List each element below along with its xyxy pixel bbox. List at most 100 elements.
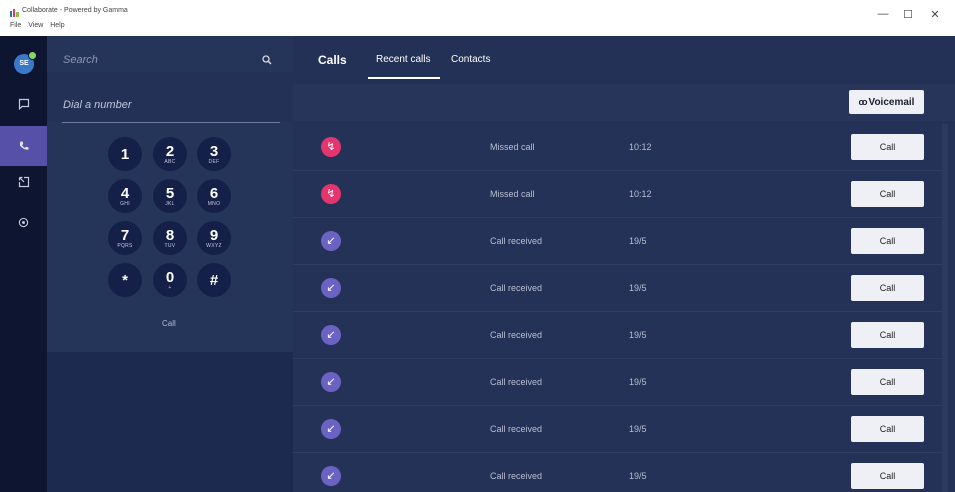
dial-number-input[interactable]: Dial a number <box>63 99 131 111</box>
call-back-button[interactable]: Call <box>851 134 924 160</box>
received-call-icon: ↙ <box>321 231 341 251</box>
tab-calls[interactable]: Calls <box>318 53 347 67</box>
key-letters: ABC <box>164 159 176 165</box>
key-letters: GHI <box>120 201 130 207</box>
call-back-button[interactable]: Call <box>851 463 924 489</box>
title-bar: Collaborate - Powered by Gamma File View… <box>0 0 955 36</box>
nav-chat[interactable] <box>0 84 47 124</box>
call-row[interactable]: ↙ Call received 19/5 Call <box>293 218 942 265</box>
call-row[interactable]: ↯ Missed call 10:12 Call <box>293 171 942 218</box>
key-2[interactable]: 2 ABC <box>153 137 187 171</box>
search-icon[interactable] <box>262 52 272 70</box>
key-8[interactable]: 8 TUV <box>153 221 187 255</box>
call-time: 10:12 <box>629 189 652 199</box>
call-status: Call received <box>490 424 543 434</box>
calls-toolbar: oo Voicemail <box>293 84 955 121</box>
share-icon <box>18 176 29 188</box>
presence-status-icon <box>28 51 37 60</box>
maximize-button[interactable]: ☐ <box>899 8 917 21</box>
call-row[interactable]: ↙ Call received 19/5 Call <box>293 359 942 406</box>
key-hash[interactable]: # <box>197 263 231 297</box>
call-row[interactable]: ↙ Call received 19/5 Call <box>293 453 942 492</box>
calls-header: Calls Recent calls Contacts <box>293 36 955 84</box>
phone-icon <box>19 141 28 150</box>
dial-number-row <box>47 72 293 122</box>
call-row[interactable]: ↙ Call received 19/5 Call <box>293 265 942 312</box>
nav-share[interactable] <box>0 162 47 202</box>
key-digit: 4 <box>120 185 130 202</box>
received-call-icon: ↙ <box>321 419 341 439</box>
key-digit: * <box>122 272 128 289</box>
key-4[interactable]: 4 GHI <box>108 179 142 213</box>
call-back-button[interactable]: Call <box>851 322 924 348</box>
call-row[interactable]: ↙ Call received 19/5 Call <box>293 406 942 453</box>
nav-settings[interactable] <box>0 202 47 242</box>
minimize-button[interactable]: — <box>874 8 892 20</box>
call-back-button[interactable]: Call <box>851 275 924 301</box>
key-7[interactable]: 7 PQRS <box>108 221 142 255</box>
tab-recent-calls[interactable]: Recent calls <box>376 54 430 65</box>
voicemail-button[interactable]: oo Voicemail <box>849 90 924 114</box>
call-back-button[interactable]: Call <box>851 416 924 442</box>
missed-call-icon: ↯ <box>321 184 341 204</box>
call-time: 19/5 <box>629 236 647 246</box>
call-back-button[interactable]: Call <box>851 181 924 207</box>
dialer-panel: Search Dial a number 1 2 ABC 3 DEF 4 GHI 5J… <box>47 36 293 492</box>
menu-file[interactable]: File <box>10 22 21 29</box>
nav-calls[interactable] <box>0 126 47 166</box>
received-call-icon: ↙ <box>321 372 341 392</box>
close-button[interactable]: ✕ <box>926 8 944 21</box>
app-window: Collaborate - Powered by Gamma File View… <box>0 0 955 492</box>
key-letters: PQRS <box>117 243 133 249</box>
call-row[interactable]: ↙ Call received 19/5 Call <box>293 312 942 359</box>
key-5[interactable]: 5 JKL <box>153 179 187 213</box>
key-digit: 1 <box>120 146 130 163</box>
avatar[interactable]: SE <box>14 51 37 74</box>
search-input[interactable]: Search <box>63 54 98 66</box>
key-3[interactable]: 3 DEF <box>197 137 231 171</box>
key-digit: 9 <box>209 227 219 244</box>
key-1[interactable]: 1 <box>108 137 142 171</box>
call-time: 19/5 <box>629 283 647 293</box>
key-digit: # <box>209 272 219 289</box>
menu-help[interactable]: Help <box>50 22 64 29</box>
call-back-button[interactable]: Call <box>851 369 924 395</box>
calls-panel: Calls Recent calls Contacts oo Voicemail… <box>293 36 955 492</box>
key-digit: 7 <box>120 227 130 244</box>
nav-rail: SE <box>0 36 47 492</box>
settings-icon <box>18 217 29 227</box>
missed-call-icon: ↯ <box>321 137 341 157</box>
key-star[interactable]: * <box>108 263 142 297</box>
menu-bar: File View Help <box>10 22 70 29</box>
key-digit: 0 <box>165 269 175 286</box>
key-digit: 8 <box>165 227 175 244</box>
chat-icon <box>18 98 29 110</box>
call-time: 19/5 <box>629 330 647 340</box>
dialer-call-button[interactable]: Call <box>162 319 176 328</box>
key-6[interactable]: 6 MNO <box>197 179 231 213</box>
call-row[interactable]: ↯ Missed call 10:12 Call <box>293 124 942 171</box>
call-status: Missed call <box>490 189 535 199</box>
call-status: Call received <box>490 236 543 246</box>
call-status: Call received <box>490 377 543 387</box>
dial-input-underline <box>62 122 280 123</box>
call-time: 10:12 <box>629 142 652 152</box>
key-digit: 6 <box>209 185 219 202</box>
key-letters: + <box>168 285 172 291</box>
tab-contacts[interactable]: Contacts <box>451 54 490 65</box>
call-status: Call received <box>490 283 543 293</box>
voicemail-label: Voicemail <box>868 96 915 108</box>
key-letters: WXYZ <box>206 243 222 249</box>
key-0[interactable]: 0 + <box>153 263 187 297</box>
call-back-button[interactable]: Call <box>851 228 924 254</box>
window-title: Collaborate - Powered by Gamma <box>22 7 128 14</box>
key-digit: 5 <box>165 185 175 202</box>
scrollbar[interactable] <box>942 124 948 492</box>
menu-view[interactable]: View <box>28 22 43 29</box>
key-9[interactable]: 9 WXYZ <box>197 221 231 255</box>
call-time: 19/5 <box>629 471 647 481</box>
call-status: Missed call <box>490 142 535 152</box>
voicemail-icon: oo <box>858 97 868 107</box>
call-status: Call received <box>490 471 543 481</box>
key-letters: MNO <box>207 201 221 207</box>
